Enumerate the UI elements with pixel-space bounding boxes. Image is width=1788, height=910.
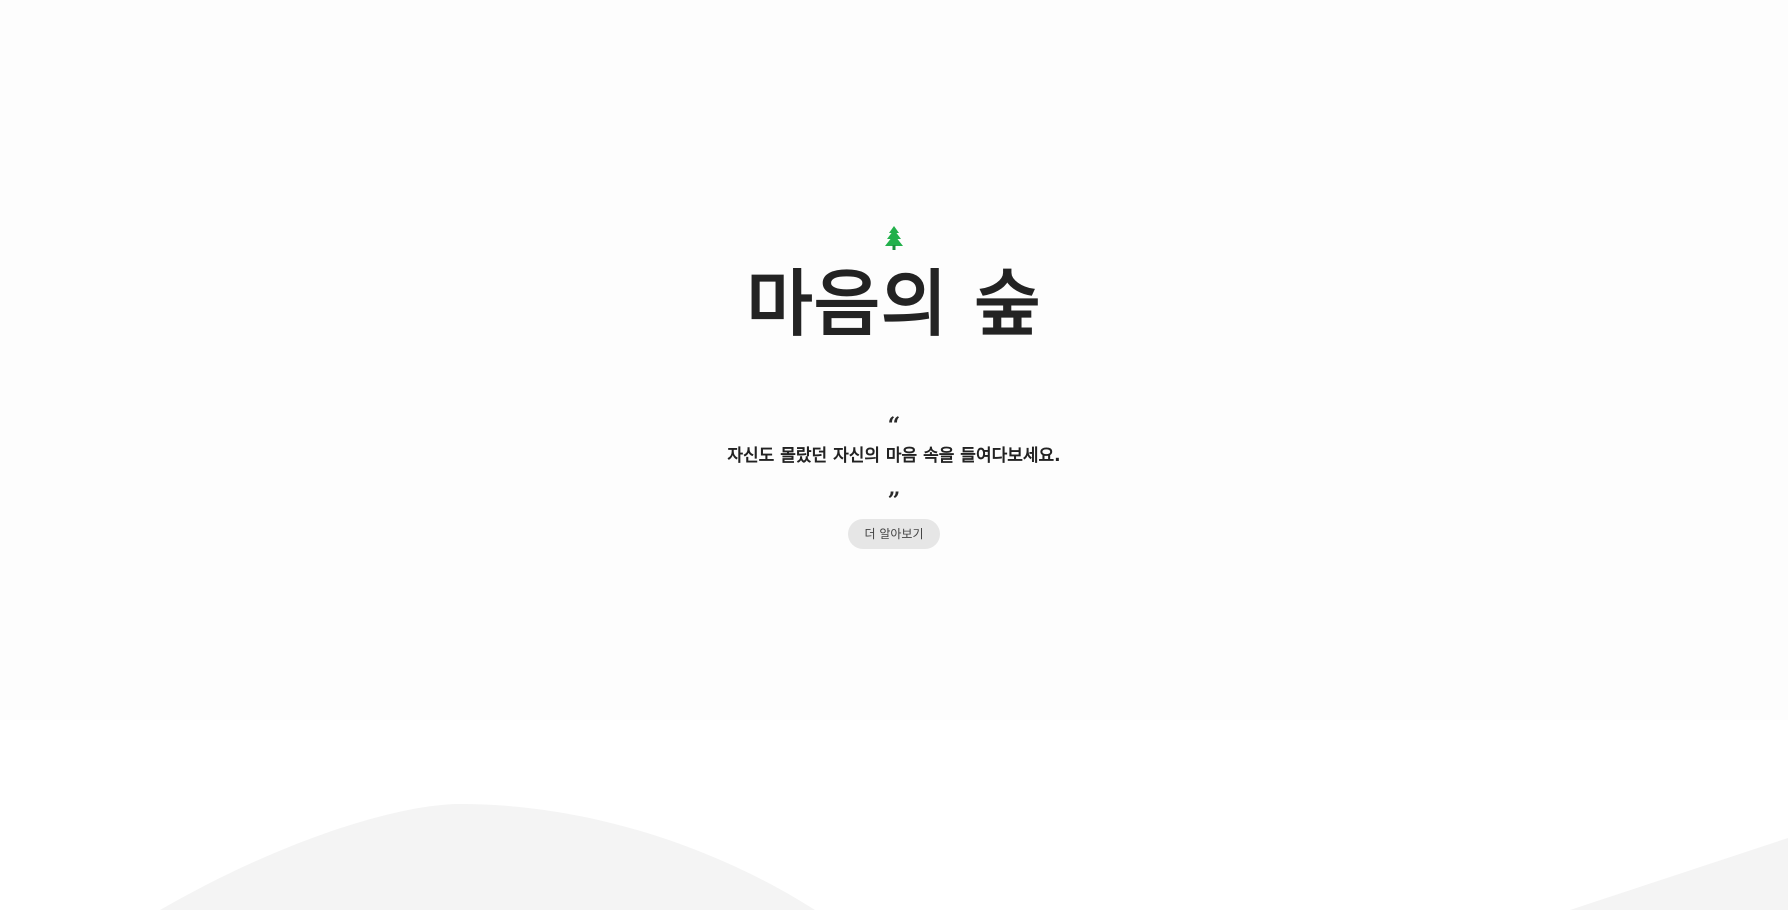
wave-background	[160, 804, 1788, 910]
wave-section	[0, 720, 1788, 910]
learn-more-button[interactable]: 더 알아보기	[848, 519, 940, 550]
closing-quote-mark: ”	[887, 488, 901, 515]
hero-section: 마음의 숲 “ 자신도 몰랐던 자신의 마음 속을 들여다보세요. ” 더 알아…	[0, 0, 1788, 720]
page-title: 마음의 숲	[746, 262, 1042, 346]
tagline-text: 자신도 몰랐던 자신의 마음 속을 들여다보세요.	[727, 446, 1061, 467]
opening-quote-mark: “	[887, 413, 901, 440]
hero-content: 마음의 숲 “ 자신도 몰랐던 자신의 마음 속을 들여다보세요. ” 더 알아…	[0, 226, 1788, 550]
tree-icon	[885, 226, 903, 250]
